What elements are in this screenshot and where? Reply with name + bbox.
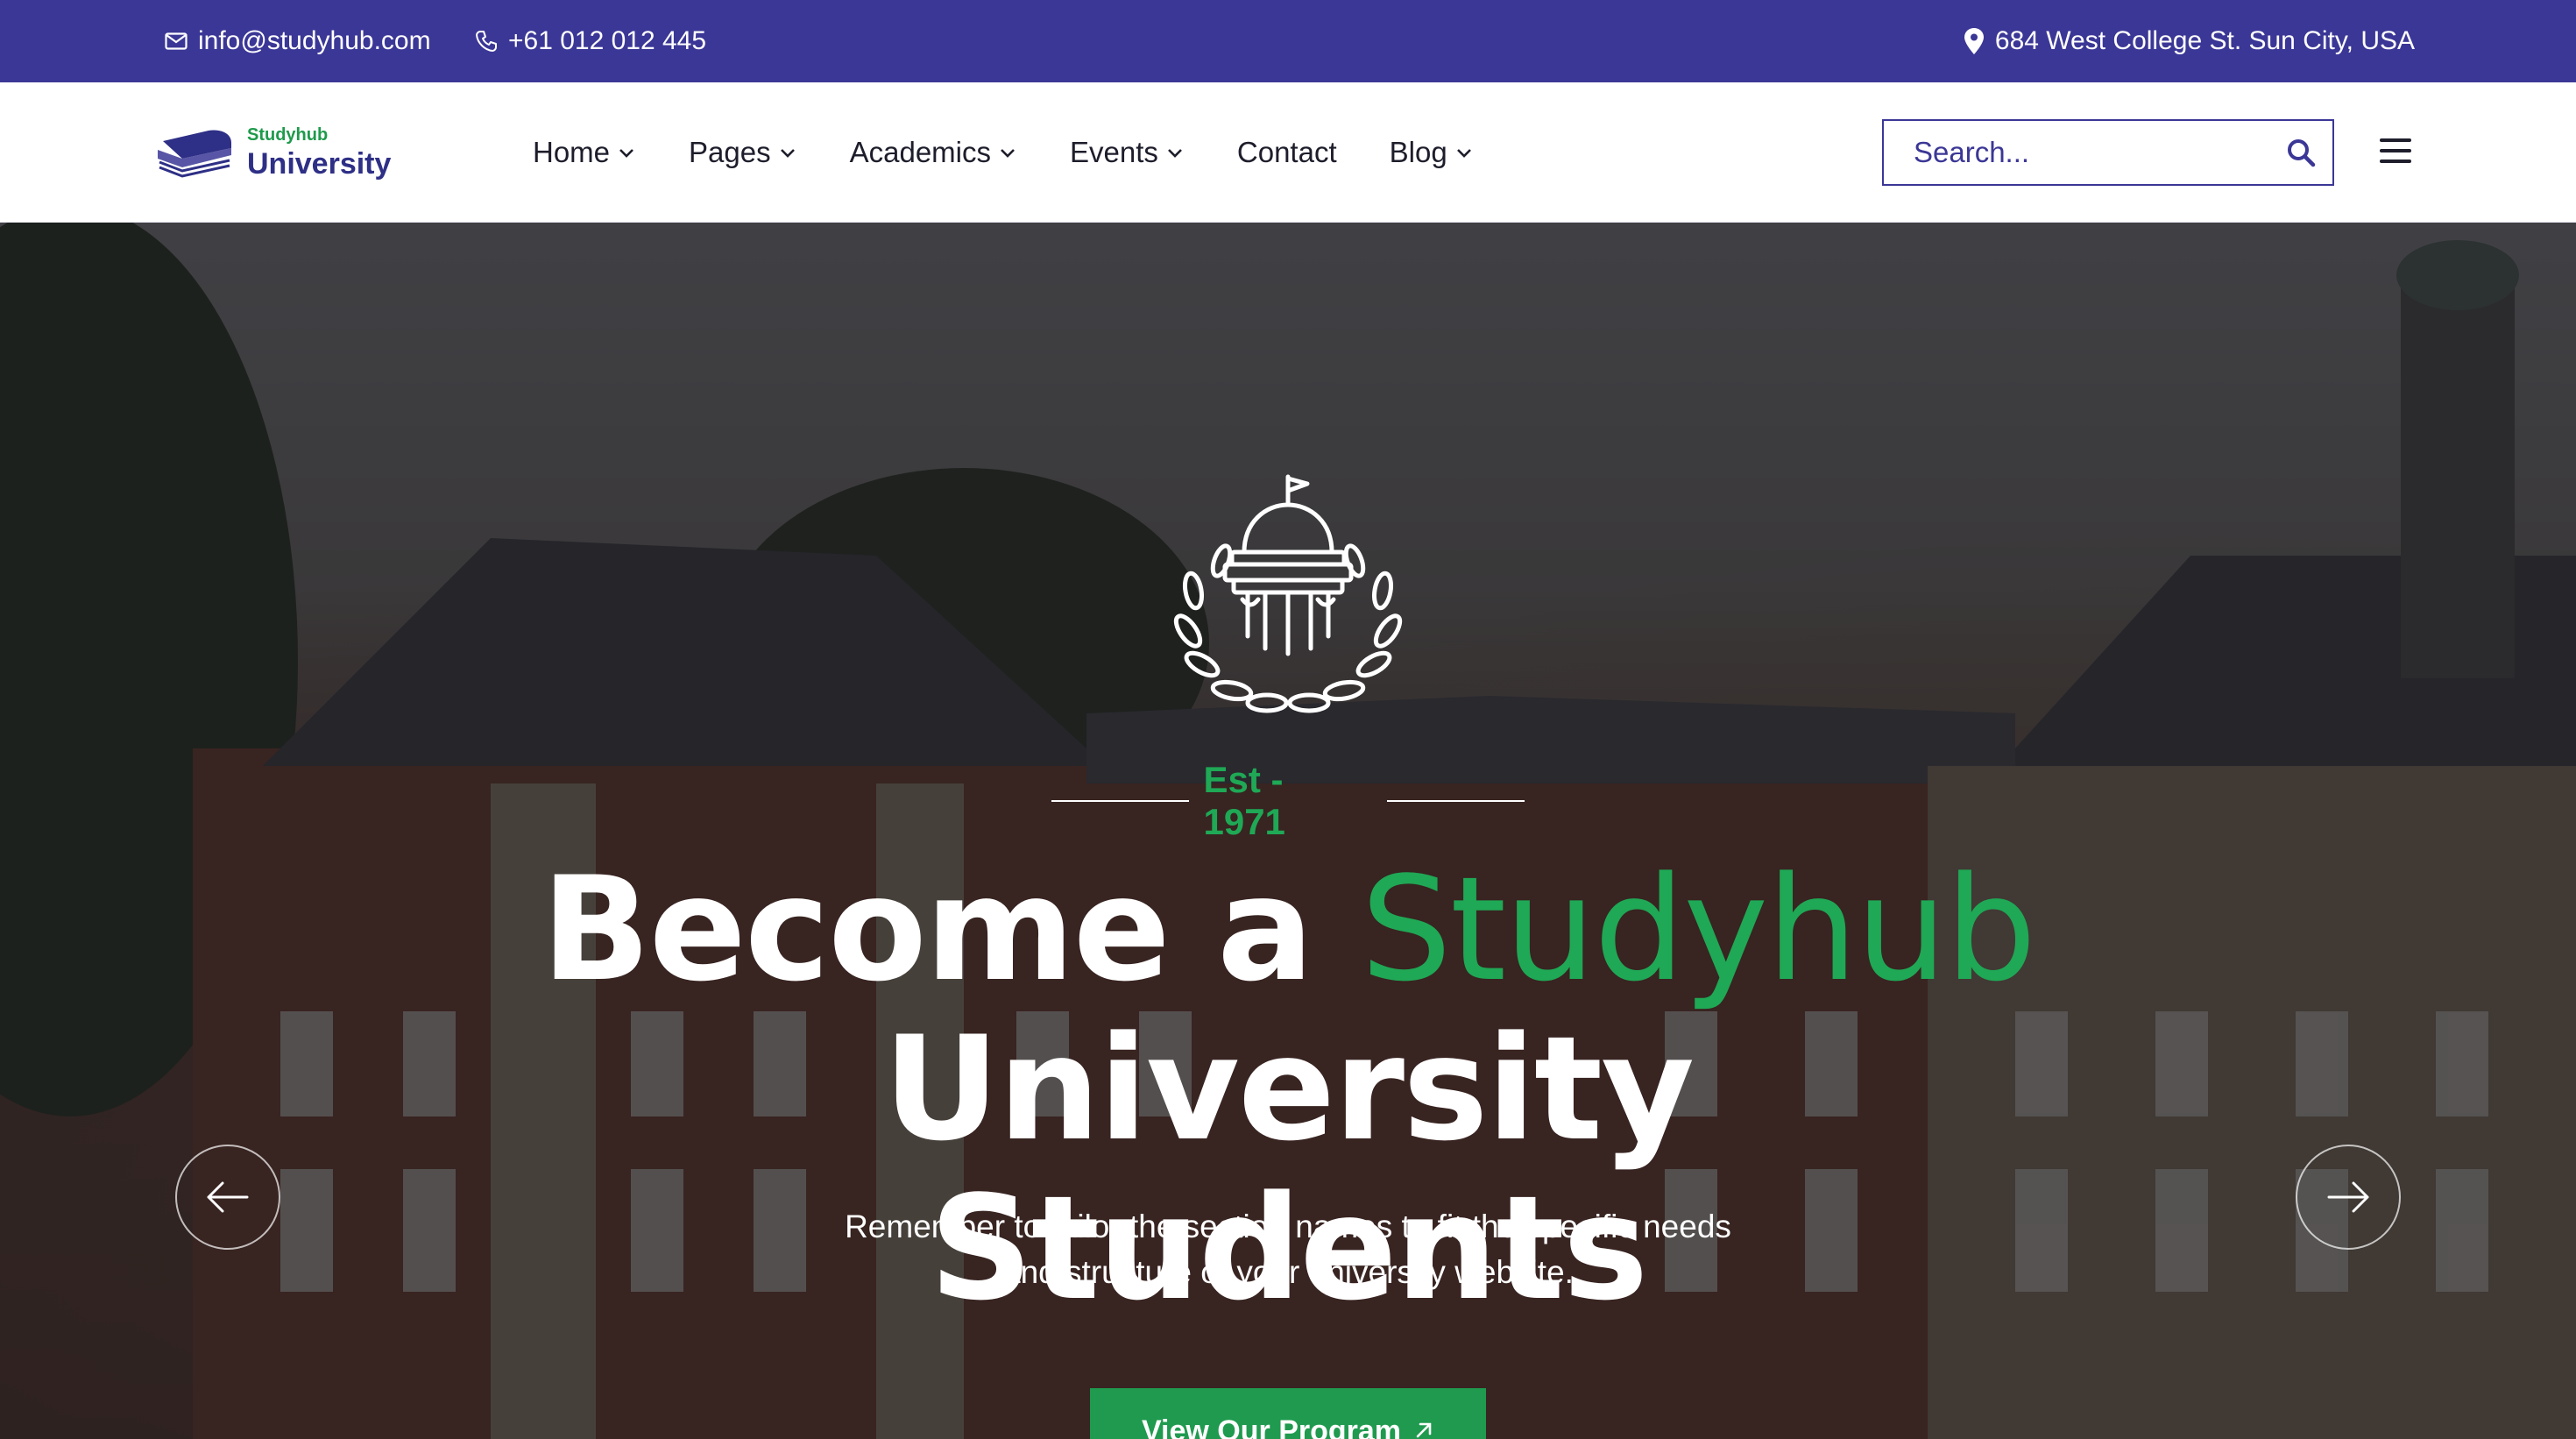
topbar-address: 684 West College St. Sun City, USA [1964, 0, 2415, 82]
slider-prev-button[interactable] [175, 1145, 280, 1250]
nav-label: Pages [689, 136, 771, 168]
arrow-left-icon [207, 1181, 249, 1213]
university-emblem-icon [1173, 474, 1403, 713]
view-program-button[interactable]: View Our Program [1090, 1388, 1486, 1439]
search-input[interactable] [1914, 136, 2286, 169]
logo-big-text: University [247, 147, 392, 181]
hero-subtitle: Remember to tailor the section names to … [762, 1204, 1814, 1295]
chevron-down-icon [1001, 149, 1015, 158]
top-contact-bar: info@studyhub.com +61 012 012 445 684 We… [0, 0, 2576, 82]
main-header: Studyhub University Home Pages Academics… [0, 82, 2576, 223]
hero-slider: Est - 1971 Become a Studyhub University … [0, 223, 2576, 1439]
chevron-down-icon [1456, 149, 1471, 158]
arrow-right-icon [2327, 1181, 2369, 1213]
topbar-phone[interactable]: +61 012 012 445 [475, 0, 706, 82]
book-logo-icon [156, 124, 235, 182]
divider-line [1051, 800, 1190, 802]
nav-item-contact[interactable]: Contact [1237, 136, 1337, 169]
nav-item-home[interactable]: Home [533, 136, 636, 169]
nav-label: Academics [849, 136, 991, 168]
slider-next-button[interactable] [2296, 1145, 2401, 1250]
main-navigation: Home Pages Academics Events Contact Blog [533, 82, 1526, 223]
subtitle-line2: and structure of your university website… [1002, 1254, 1574, 1290]
search-icon[interactable] [2286, 135, 2316, 170]
mail-icon [165, 32, 188, 50]
nav-label: Contact [1236, 136, 1337, 168]
subtitle-line1: Remember to tailor the section names to … [845, 1209, 1731, 1244]
hamburger-menu-icon[interactable] [2376, 131, 2417, 172]
site-logo[interactable]: Studyhub University [156, 121, 401, 184]
arrow-up-right-icon [1416, 1422, 1432, 1438]
nav-item-pages[interactable]: Pages [689, 136, 797, 169]
phone-text: +61 012 012 445 [508, 26, 707, 55]
address-text: 684 West College St. Sun City, USA [1994, 26, 2415, 55]
nav-label: Blog [1389, 136, 1447, 168]
topbar-email[interactable]: info@studyhub.com [165, 0, 431, 82]
nav-label: Home [533, 136, 611, 168]
chevron-down-icon [1167, 149, 1182, 158]
headline-part1: Become a [541, 846, 1361, 1013]
search-box [1882, 119, 2334, 186]
nav-item-academics[interactable]: Academics [850, 136, 1017, 169]
established-tagline: Est - 1971 [1051, 759, 1525, 842]
nav-item-blog[interactable]: Blog [1390, 136, 1474, 169]
chevron-down-icon [780, 149, 795, 158]
cta-label: View Our Program [1141, 1414, 1402, 1439]
nav-item-events[interactable]: Events [1070, 136, 1185, 169]
divider-line [1386, 800, 1525, 802]
headline-accent: Studyhub [1360, 846, 2036, 1013]
logo-small-text: Studyhub [247, 125, 329, 145]
location-pin-icon [1964, 27, 1985, 55]
established-text: Est - 1971 [1203, 759, 1285, 842]
phone-icon [475, 30, 498, 53]
email-text: info@studyhub.com [198, 26, 431, 55]
logo-wordmark: Studyhub University [247, 126, 391, 179]
chevron-down-icon [619, 149, 633, 158]
nav-label: Events [1070, 136, 1158, 168]
